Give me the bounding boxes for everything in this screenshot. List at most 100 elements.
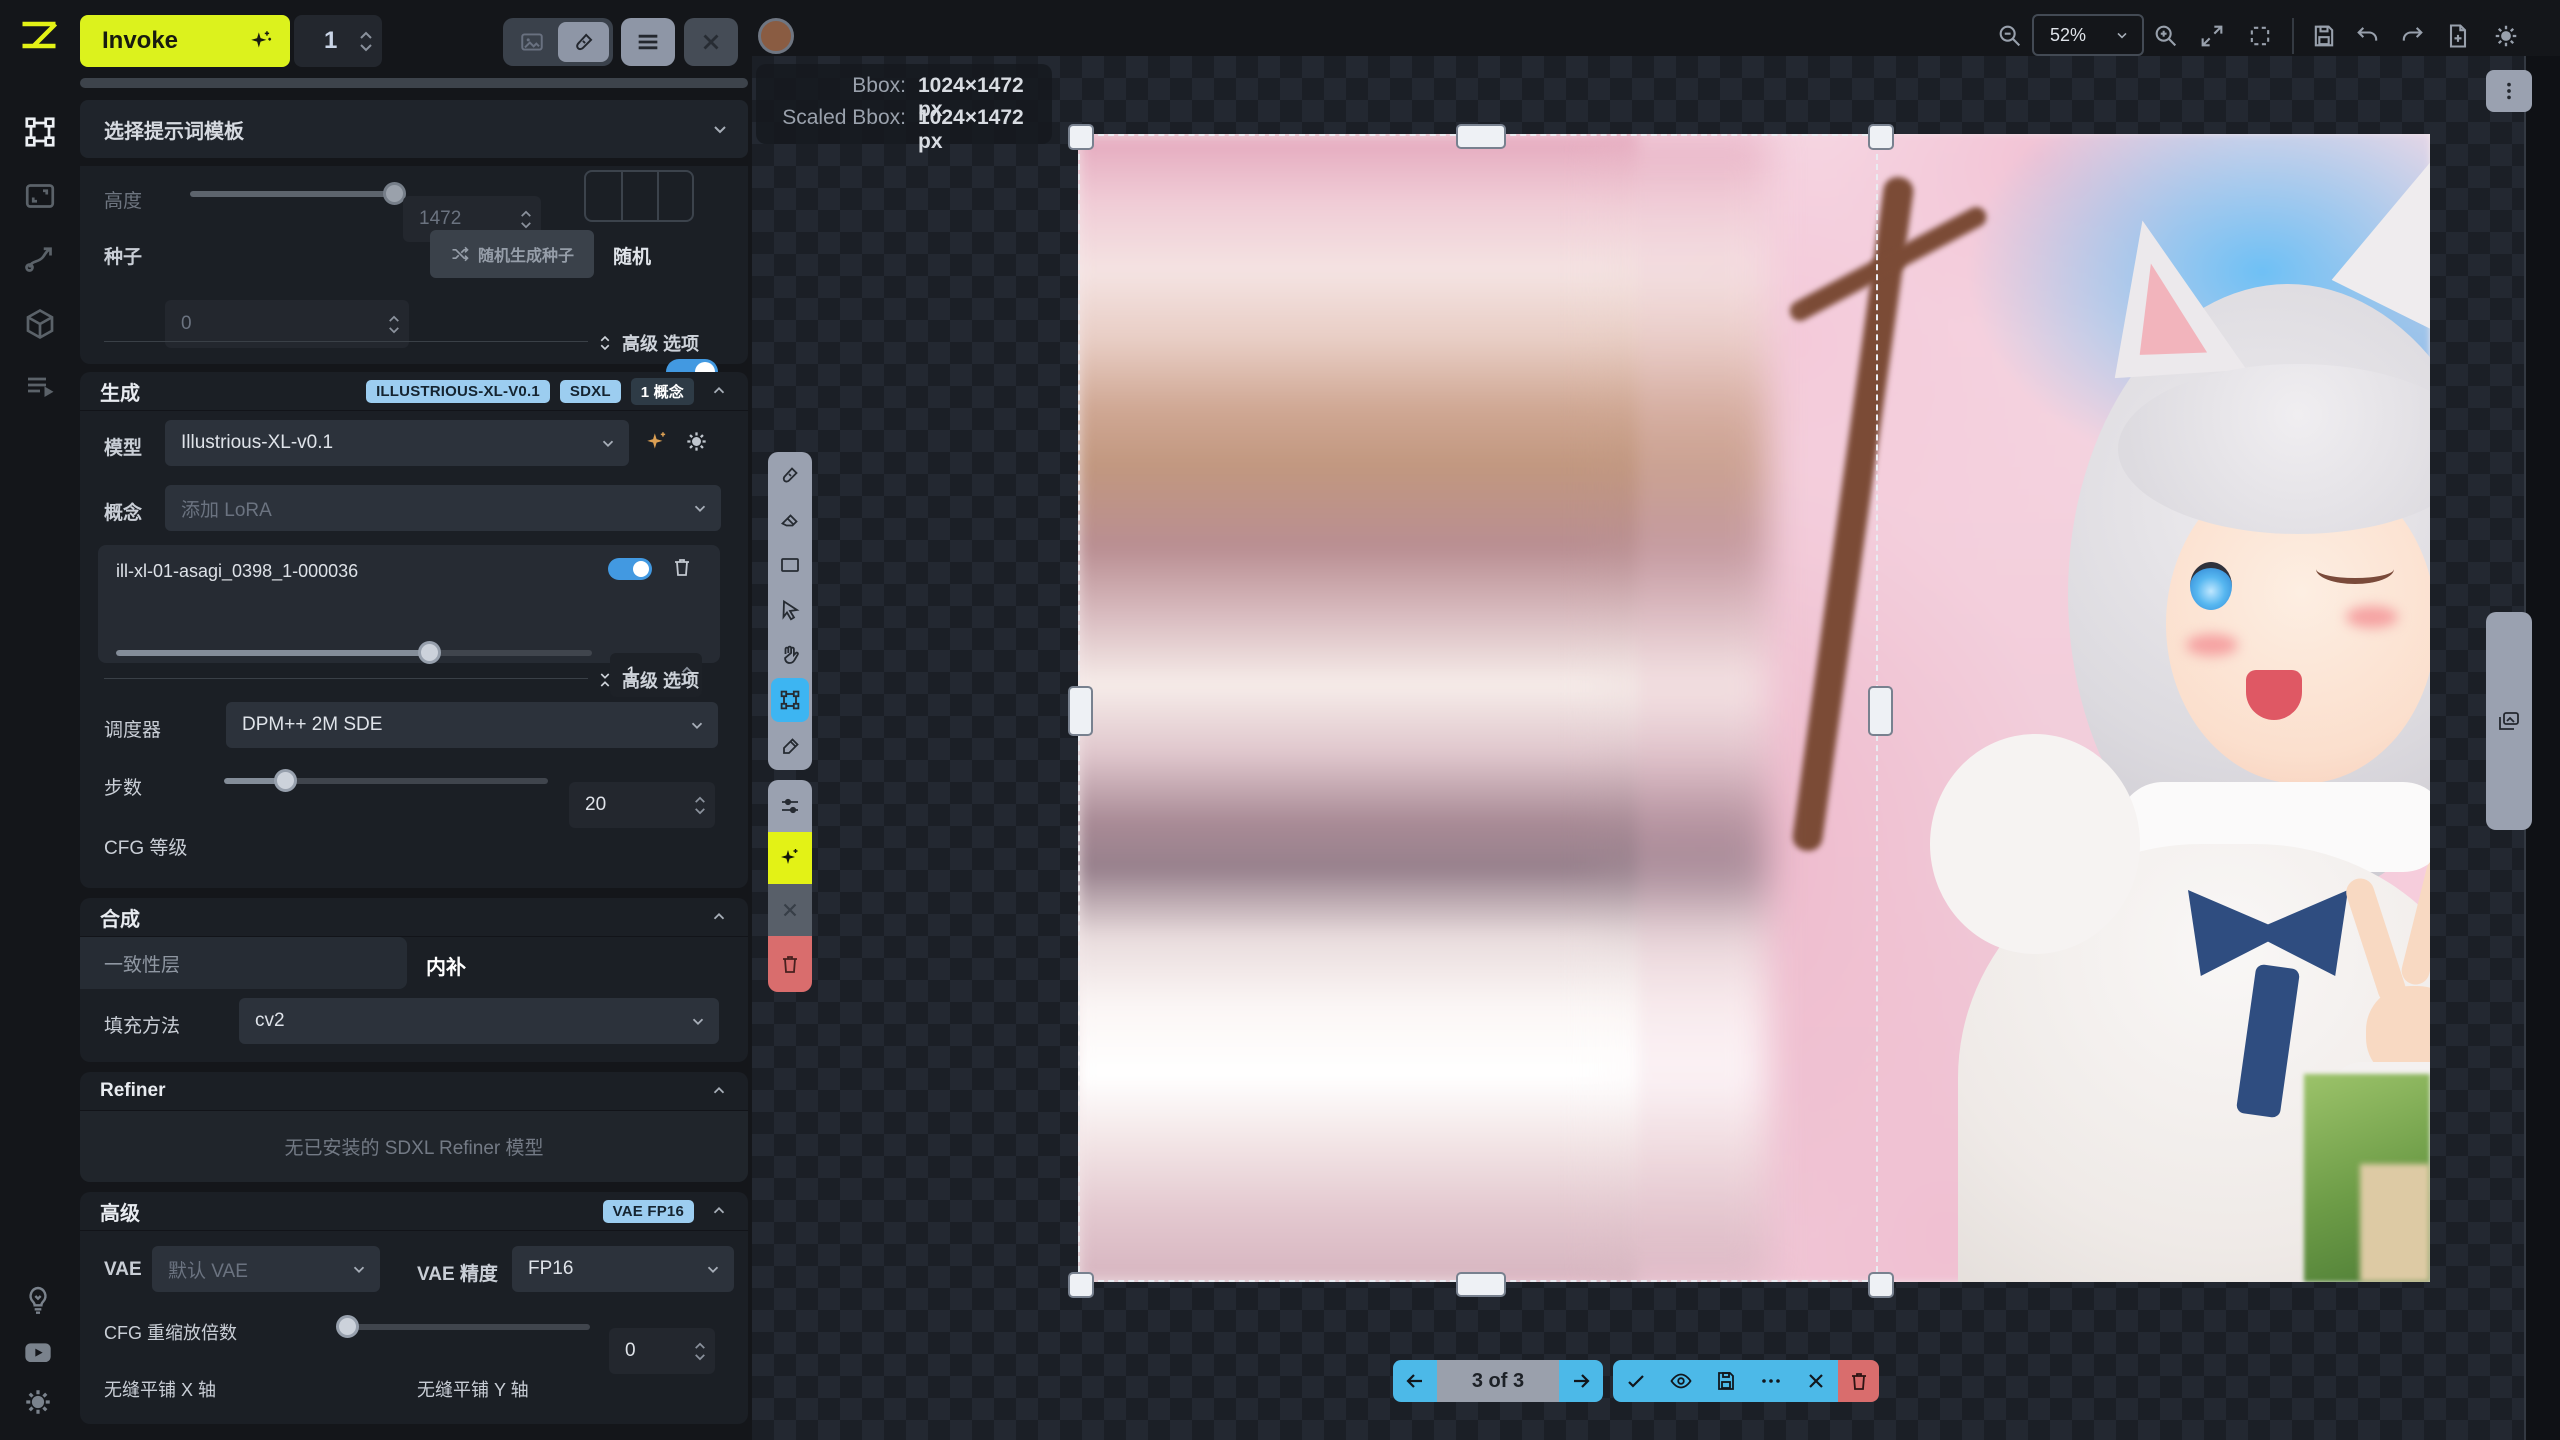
support-icon[interactable] bbox=[22, 1284, 54, 1321]
height-slider[interactable] bbox=[190, 182, 406, 206]
model-settings-gear-icon[interactable] bbox=[684, 429, 709, 454]
zoom-in-icon[interactable] bbox=[2152, 22, 2180, 50]
more-options-button[interactable] bbox=[1748, 1360, 1793, 1402]
refiner-section: Refiner 无已安装的 SDXL Refiner 模型 bbox=[80, 1072, 748, 1182]
model-name-badge: ILLUSTRIOUS-XL-V0.1 bbox=[366, 380, 550, 403]
scheduler-select[interactable]: DPM++ 2M SDE bbox=[226, 702, 718, 748]
delete-layer-button[interactable] bbox=[768, 936, 812, 992]
open-gallery-button[interactable] bbox=[2486, 612, 2532, 830]
new-session-icon[interactable] bbox=[2444, 22, 2472, 50]
menu-button[interactable] bbox=[621, 18, 675, 66]
discard-staging-button[interactable] bbox=[1793, 1360, 1838, 1402]
infill-select[interactable]: cv2 bbox=[239, 998, 719, 1044]
sidebar-item-models[interactable] bbox=[22, 306, 58, 347]
invoke-button[interactable]: Invoke bbox=[80, 15, 290, 67]
chevron-down-icon bbox=[691, 499, 709, 517]
redo-icon[interactable] bbox=[2398, 22, 2426, 50]
randomize-seed-button[interactable]: 随机生成种子 bbox=[430, 230, 594, 278]
move-tool[interactable] bbox=[768, 587, 812, 632]
bbox-selection[interactable] bbox=[1078, 134, 1878, 1282]
active-color-swatch[interactable] bbox=[758, 18, 794, 54]
model-sparkle-icon[interactable] bbox=[644, 429, 670, 455]
undo-icon[interactable] bbox=[2354, 22, 2382, 50]
accept-image-button[interactable] bbox=[1613, 1360, 1658, 1402]
eraser-tool[interactable] bbox=[768, 497, 812, 542]
bbox-handle-top-mid[interactable] bbox=[1456, 124, 1506, 149]
fit-view-icon[interactable] bbox=[2198, 22, 2226, 50]
invoke-region-button[interactable] bbox=[768, 832, 812, 884]
collapse-chevron-icon[interactable] bbox=[710, 1082, 728, 1100]
advanced-section: 高级 VAE FP16 VAE 默认 VAE VAE 精度 FP16 CFG 重… bbox=[80, 1192, 748, 1424]
concepts-select[interactable]: 添加 LoRA bbox=[165, 485, 721, 531]
vae-select[interactable]: 默认 VAE bbox=[152, 1246, 380, 1292]
close-panel-button[interactable] bbox=[684, 18, 738, 66]
generation-advanced-options[interactable]: 高级 选项 bbox=[596, 667, 699, 693]
model-select[interactable]: Illustrious-XL-v0.1 bbox=[165, 420, 629, 466]
collapse-chevron-icon[interactable] bbox=[710, 382, 728, 400]
cfg-rescale-knob[interactable] bbox=[336, 1315, 359, 1338]
tab-coherence[interactable]: 一致性层 bbox=[80, 937, 407, 989]
save-canvas-icon[interactable] bbox=[2310, 22, 2338, 50]
vae-precision-select[interactable]: FP16 bbox=[512, 1246, 734, 1292]
brush-tool[interactable] bbox=[768, 452, 812, 497]
left-nav-rail bbox=[0, 0, 78, 1440]
canvas-settings-gear-icon[interactable] bbox=[2492, 22, 2520, 50]
steps-slider[interactable] bbox=[224, 769, 548, 793]
queue-count-steppers[interactable] bbox=[359, 15, 373, 67]
pan-tool[interactable] bbox=[768, 632, 812, 677]
sidebar-item-workflows[interactable] bbox=[22, 242, 58, 283]
preview-toggle-button[interactable] bbox=[1658, 1360, 1703, 1402]
steps-knob[interactable] bbox=[274, 769, 297, 792]
filters-tool[interactable] bbox=[768, 780, 812, 832]
image-advanced-options[interactable]: 高级 选项 bbox=[596, 330, 699, 356]
cfg-label: CFG 等级 bbox=[104, 833, 187, 860]
lora-enabled-toggle[interactable] bbox=[608, 558, 652, 580]
aspect-ratio-preview bbox=[584, 170, 694, 222]
bbox-tool[interactable] bbox=[771, 678, 809, 722]
tile-y-label: 无缝平铺 Y 轴 bbox=[417, 1376, 529, 1402]
steps-input[interactable]: 20 bbox=[569, 782, 715, 828]
rect-tool[interactable] bbox=[768, 542, 812, 587]
scaled-bbox-value: 1024×1472 px bbox=[918, 106, 1052, 154]
sidebar-item-queue[interactable] bbox=[22, 370, 58, 411]
eyedropper-tool[interactable] bbox=[768, 724, 812, 769]
bbox-handle-bottom-right[interactable] bbox=[1868, 1272, 1894, 1298]
prev-image-button[interactable] bbox=[1393, 1360, 1437, 1402]
sidebar-item-upscaling[interactable] bbox=[22, 178, 58, 219]
zoom-level-value: 52% bbox=[2050, 25, 2086, 46]
collapse-chevron-icon[interactable] bbox=[710, 908, 728, 926]
zoom-out-icon[interactable] bbox=[1996, 22, 2024, 50]
cfg-rescale-input[interactable]: 0 bbox=[609, 1328, 715, 1374]
invoke-sparkle-icon bbox=[248, 28, 274, 54]
bbox-handle-bottom-left[interactable] bbox=[1068, 1272, 1094, 1298]
prompt-template-select[interactable]: 选择提示词模板 bbox=[80, 100, 748, 158]
canvas-context-menu-button[interactable] bbox=[2486, 70, 2532, 112]
sidebar-item-canvas[interactable] bbox=[22, 114, 58, 155]
lora-weight-slider[interactable] bbox=[116, 641, 592, 665]
lora-weight-knob[interactable] bbox=[418, 641, 441, 664]
bbox-handle-right-mid[interactable] bbox=[1868, 686, 1893, 736]
canvas-mode-toggle[interactable] bbox=[503, 18, 613, 66]
settings-icon-sidebar[interactable] bbox=[22, 1386, 54, 1423]
image-mode-icon[interactable] bbox=[507, 22, 556, 62]
bbox-handle-left-mid[interactable] bbox=[1068, 686, 1093, 736]
lora-delete-icon[interactable] bbox=[670, 555, 694, 579]
bbox-handle-bottom-mid[interactable] bbox=[1456, 1272, 1506, 1297]
tab-inpaint[interactable]: 内补 bbox=[426, 951, 466, 980]
video-tutorials-icon[interactable] bbox=[22, 1336, 54, 1373]
bbox-handle-top-right[interactable] bbox=[1868, 124, 1894, 150]
brush-mode-icon[interactable] bbox=[558, 22, 609, 62]
collapse-chevron-icon[interactable] bbox=[710, 1202, 728, 1220]
chevron-down-icon bbox=[689, 1012, 707, 1030]
bbox-handle-top-left[interactable] bbox=[1068, 124, 1094, 150]
save-image-button[interactable] bbox=[1703, 1360, 1748, 1402]
queue-count-input[interactable]: 1 bbox=[294, 15, 382, 67]
fit-bbox-icon[interactable] bbox=[2246, 22, 2274, 50]
delete-staging-button[interactable] bbox=[1838, 1360, 1879, 1402]
cancel-button-disabled[interactable] bbox=[768, 884, 812, 936]
next-image-button[interactable] bbox=[1559, 1360, 1603, 1402]
cfg-rescale-slider[interactable] bbox=[338, 1315, 590, 1339]
eye-open bbox=[2190, 562, 2232, 610]
model-value: Illustrious-XL-v0.1 bbox=[181, 432, 333, 454]
zoom-level-select[interactable]: 52% bbox=[2032, 14, 2144, 56]
